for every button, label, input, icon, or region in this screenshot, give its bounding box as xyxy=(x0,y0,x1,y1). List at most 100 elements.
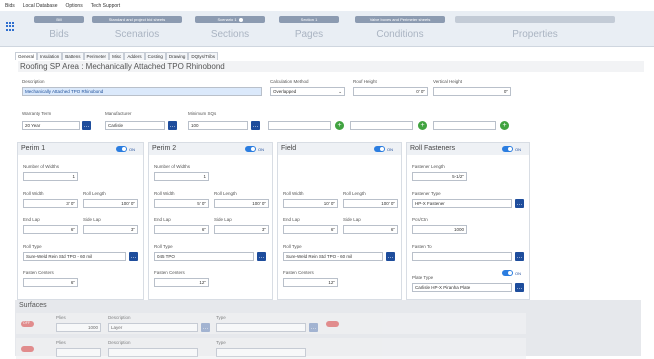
ellipsis-button[interactable]: … xyxy=(515,252,524,261)
manufacturer-input[interactable]: Carlisle xyxy=(105,121,165,130)
surface-row[interactable]: OFF Plies 1000 Description Layer … Type … xyxy=(16,313,526,334)
menu-tech-support[interactable]: Tech Support xyxy=(91,3,120,9)
fastener-length-input[interactable]: 5-1/2" xyxy=(412,172,467,181)
num-widths-label: Number of Widths xyxy=(154,164,191,169)
custom-field-input[interactable] xyxy=(350,121,413,130)
ribbon-pill xyxy=(455,16,615,23)
tab-dqtys-tribs[interactable]: DQtys/Tribs xyxy=(188,52,218,60)
roll-width-input[interactable]: 3' 0" xyxy=(23,199,78,208)
plies-input[interactable]: 1000 xyxy=(56,323,101,332)
tab-misc[interactable]: Misc xyxy=(109,52,125,60)
end-lap-input[interactable]: 6" xyxy=(283,225,338,234)
custom-field-input[interactable] xyxy=(268,121,331,130)
ellipsis-button[interactable]: … xyxy=(251,121,260,130)
ellipsis-button[interactable]: … xyxy=(201,323,210,332)
roll-width-input[interactable]: 10' 0" xyxy=(283,199,338,208)
roll-length-input[interactable]: 100' 0" xyxy=(214,199,269,208)
description-input[interactable]: Layer xyxy=(108,323,198,332)
ribbon-tab-scenarios[interactable]: Standard and project bid sheets Scenario… xyxy=(92,16,182,43)
num-widths-input[interactable]: 1 xyxy=(23,172,78,181)
surface-toggle[interactable] xyxy=(326,321,339,327)
ellipsis-button[interactable]: … xyxy=(515,199,524,208)
roll-length-label: Roll Length xyxy=(343,191,366,196)
fasten-to-input[interactable] xyxy=(412,252,512,261)
fasten-centers-input[interactable]: 6" xyxy=(23,278,78,287)
plate-type-input[interactable]: Carlisle HP-X Piranha Plate xyxy=(412,283,512,292)
surface-toggle[interactable] xyxy=(21,346,34,352)
grid-icon[interactable] xyxy=(6,22,14,31)
end-lap-input[interactable]: 6" xyxy=(154,225,209,234)
description-input[interactable]: Mechanically Attached TPO Rhinobond xyxy=(22,87,262,96)
ribbon-tab-properties[interactable]: Properties xyxy=(455,16,615,43)
custom-field-input[interactable] xyxy=(433,121,496,130)
roll-type-input[interactable]: Sure-Weld Rein Std TPO - 60 mil xyxy=(23,252,126,261)
fasten-centers-input[interactable]: 12" xyxy=(154,278,209,287)
ribbon-tab-bids[interactable]: Bill Bids xyxy=(34,16,84,43)
tab-battens[interactable]: Battens xyxy=(62,52,84,60)
fasten-centers-label: Fasten Centers xyxy=(23,270,54,275)
calc-method-select[interactable]: Overlapped ⌄ xyxy=(270,87,345,96)
side-lap-input[interactable]: 3" xyxy=(83,225,138,234)
toggle-label: ON xyxy=(387,146,393,152)
ellipsis-button[interactable]: … xyxy=(257,252,266,261)
tab-general[interactable]: General xyxy=(15,52,38,60)
roll-type-input[interactable]: 045 TPO xyxy=(154,252,254,261)
menu-bar: Bids Local Database Options Tech Support xyxy=(0,0,654,11)
roll-length-input[interactable]: 100' 0" xyxy=(83,199,138,208)
tab-perimeter[interactable]: Perimeter xyxy=(83,52,110,60)
side-lap-input[interactable]: 3" xyxy=(214,225,269,234)
ribbon-tab-pages[interactable]: Section 1 Pages xyxy=(279,16,339,43)
plate-toggle[interactable]: ON xyxy=(502,270,526,276)
description-label: Description xyxy=(108,340,131,345)
add-icon[interactable]: + xyxy=(500,121,509,130)
add-icon[interactable]: + xyxy=(418,121,427,130)
roll-width-input[interactable]: 5' 0" xyxy=(154,199,209,208)
ribbon-pill-text: Scenario 1 xyxy=(217,17,237,22)
pcs-ctn-label: Pcs/Ctn xyxy=(412,217,428,222)
ellipsis-button[interactable]: … xyxy=(515,283,524,292)
panel-perim-2: Perim 2 ON Number of Widths 1 Roll Width… xyxy=(148,142,273,300)
add-icon[interactable]: + xyxy=(335,121,344,130)
ellipsis-button[interactable]: … xyxy=(386,252,395,261)
plate-type-label: Plate Type xyxy=(412,275,434,280)
ellipsis-button[interactable]: … xyxy=(309,323,318,332)
end-lap-input[interactable]: 6" xyxy=(23,225,78,234)
fasteners-toggle[interactable]: ON xyxy=(502,146,526,152)
tab-adders[interactable]: Adders xyxy=(124,52,145,60)
vertical-height-label: Vertical Height xyxy=(433,79,463,84)
roll-length-input[interactable]: 100' 0" xyxy=(343,199,398,208)
min-sq-input[interactable]: 100 xyxy=(188,121,248,130)
pcs-ctn-input[interactable]: 1000 xyxy=(412,225,467,234)
ribbon-label: Sections xyxy=(210,29,250,40)
roll-type-input[interactable]: Sure-Weld Rein Std TPO - 60 mil xyxy=(283,252,383,261)
ellipsis-button[interactable]: … xyxy=(168,121,177,130)
ribbon-tab-conditions[interactable]: Valve boxes and Perimeter sheets Conditi… xyxy=(355,16,445,43)
toggle-switch xyxy=(374,146,385,152)
num-widths-input[interactable]: 1 xyxy=(154,172,209,181)
perim1-toggle[interactable]: ON xyxy=(116,146,140,152)
ellipsis-button[interactable]: … xyxy=(129,252,138,261)
ribbon-tab-sections[interactable]: Scenario 1 Sections xyxy=(195,16,265,43)
manufacturer-label: Manufacturer xyxy=(105,111,132,116)
tab-costing[interactable]: Costing xyxy=(144,52,166,60)
ellipsis-button[interactable]: … xyxy=(82,121,91,130)
menu-options[interactable]: Options xyxy=(65,3,82,9)
fasten-centers-input[interactable]: 12" xyxy=(283,278,338,287)
menu-local-database[interactable]: Local Database xyxy=(23,3,58,9)
menu-bids[interactable]: Bids xyxy=(5,3,15,9)
perim2-toggle[interactable]: ON xyxy=(245,146,269,152)
field-toggle[interactable]: ON xyxy=(374,146,398,152)
warranty-label: Warranty Term xyxy=(22,111,52,116)
type-label: Type xyxy=(216,340,226,345)
fastener-type-input[interactable]: HP-X Fastener xyxy=(412,199,512,208)
tab-drawing[interactable]: Drawing xyxy=(165,52,189,60)
roof-height-input[interactable]: 0' 0" xyxy=(353,87,428,96)
calc-method-value: Overlapped xyxy=(273,89,297,94)
type-input[interactable] xyxy=(216,323,306,332)
roll-width-label: Roll Width xyxy=(23,191,44,196)
side-lap-input[interactable]: 6" xyxy=(343,225,398,234)
tab-insulation[interactable]: Insulation xyxy=(37,52,63,60)
warranty-input[interactable]: 20 Year xyxy=(22,121,80,130)
ribbon-pill: Bill xyxy=(34,16,84,23)
vertical-height-input[interactable]: 0" xyxy=(433,87,511,96)
